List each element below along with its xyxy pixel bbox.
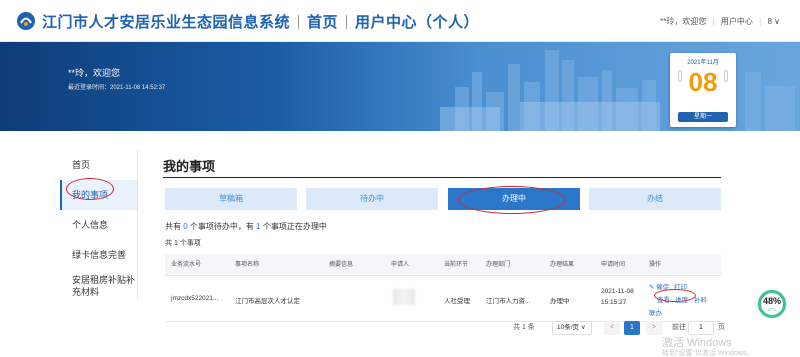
total-items: 共 1 个事项 (165, 240, 201, 247)
cell-applicant-redacted (393, 289, 415, 305)
calendar-weekday: 星期一 (678, 112, 728, 122)
cpu-percent: 48% (762, 296, 781, 306)
logo-icon (17, 12, 35, 30)
summary-suffix: 个事项正在办理中 (262, 222, 327, 231)
last-login-text: 最近登录时间：2021-11-08 14:52:37 (68, 85, 166, 91)
page-size-value: 10条/页 (557, 324, 580, 331)
cell-department: 江门市人力资... (486, 298, 531, 305)
welcome-text: **玲，欢迎您 (68, 68, 121, 78)
col-result: 办理结果 (550, 262, 575, 268)
greeting-text: **玲，欢迎您 (660, 17, 707, 26)
sidebar-item-my-matters[interactable]: 我的事项 (60, 180, 137, 210)
banner: **玲，欢迎您 最近登录时间：2021-11-08 14:52:37 2021年… (0, 42, 800, 131)
status-tabs: 草稿箱 待办中 办理中 办结 (165, 188, 721, 210)
col-current-step: 当前环节 (444, 262, 469, 268)
op-view-link[interactable]: 查看 (657, 294, 670, 304)
calendar-month: 2021年11月 (687, 60, 719, 66)
table-header: 业务流水号 事项名称 摘要信息 申请人 当前环节 办理部门 办理结果 申请时间 … (165, 254, 721, 276)
tab-completed[interactable]: 办结 (589, 188, 721, 210)
col-department: 办理部门 (486, 262, 511, 268)
page-size-select[interactable]: 10条/页 ∨ (552, 321, 592, 335)
cpu-temp: 47°C (767, 307, 777, 312)
sidebar-item-home[interactable]: 首页 (60, 150, 137, 180)
sidebar-item-rent-subsidy[interactable]: 安居租房补贴补充材料 (60, 270, 137, 306)
nav-user-center-link[interactable]: 用户中心（个人） (355, 14, 479, 31)
cell-serial: jmzcdx522021... (171, 295, 219, 302)
cell-result: 办理中 (550, 298, 570, 305)
windows-activation-hint: 转到"设置"以激活 Windows。 (662, 350, 754, 357)
sidebar: 首页 我的事项 个人信息 绿卡信息完善 安居租房补贴补充材料 (60, 150, 138, 300)
matters-table: 业务流水号 事项名称 摘要信息 申请人 当前环节 办理部门 办理结果 申请时间 … (165, 254, 721, 322)
next-page-button[interactable]: > (646, 321, 662, 335)
goto-unit: 页 (718, 324, 725, 331)
site-title-text: 江门市人才安居乐业生态园信息系统 (42, 14, 291, 31)
goto-label: 前往 (672, 324, 686, 331)
op-progress-link[interactable]: 进度 (675, 294, 688, 304)
nav-home-link[interactable]: 首页 (307, 14, 338, 31)
tab-processing[interactable]: 办理中 (448, 188, 580, 210)
col-item-name: 事项名称 (235, 262, 260, 268)
site-title: 江门市人才安居乐业生态园信息系统 首页 用户中心（个人） (42, 11, 479, 32)
cell-apply-date: 2021-11-08 (601, 288, 634, 295)
summary-middle: 个事项待办中，有 (189, 222, 254, 231)
tab-drafts[interactable]: 草稿箱 (165, 188, 297, 210)
cell-item-name: 江门市高层次人才认定 (235, 298, 300, 305)
title-divider (163, 177, 721, 178)
page-title: 我的事项 (163, 159, 216, 174)
calendar-ring-right (724, 70, 728, 82)
pending-count: 0 (183, 222, 188, 231)
goto-page-input[interactable]: 1 (688, 321, 714, 335)
op-print-link[interactable]: 打印 (674, 281, 687, 291)
matters-summary: 共有 0 个事项待办中，有 1 个事项正在办理中 (165, 221, 327, 232)
sidebar-item-green-card[interactable]: 绿卡信息完善 (60, 240, 137, 270)
user-center-link[interactable]: 用户中心 (721, 17, 753, 26)
summary-prefix: 共有 (165, 222, 181, 231)
calendar-widget: 2021年11月 08 星期一 (670, 53, 736, 127)
page-1-button[interactable]: 1 (624, 321, 640, 335)
col-apply-time: 申请时间 (601, 262, 626, 268)
cell-apply-time: 15:15:27 (601, 299, 627, 306)
cell-current-step: 人社受理 (444, 298, 470, 305)
prev-page-button[interactable]: < (604, 321, 620, 335)
col-summary: 摘要信息 (329, 262, 354, 268)
table-row: jmzcdx522021... 江门市高层次人才认定 人社受理 江门市人力资..… (165, 276, 721, 322)
processing-count: 1 (256, 222, 261, 231)
op-urge-link[interactable]: ✎ 催促 (649, 281, 669, 291)
top-header: 江门市人才安居乐业生态园信息系统 首页 用户中心（个人） **玲，欢迎您 | 用户中… (0, 0, 800, 42)
user-menu-icon[interactable]: 8 ∨ (767, 17, 780, 26)
pagination-total: 共 1 条 (513, 324, 535, 331)
col-applicant: 申请人 (391, 262, 410, 268)
performance-widget[interactable]: 48% 47°C (758, 290, 786, 318)
col-operations: 操作 (649, 262, 662, 268)
tab-pending[interactable]: 待办中 (306, 188, 438, 210)
op-supplement-link[interactable]: 补料 (694, 294, 707, 304)
op-handle-link[interactable]: 联办 (649, 307, 662, 317)
top-right-links: **玲，欢迎您 | 用户中心 | 8 ∨ (660, 17, 780, 26)
sidebar-item-personal-info[interactable]: 个人信息 (60, 210, 137, 240)
col-serial: 业务流水号 (171, 262, 202, 268)
